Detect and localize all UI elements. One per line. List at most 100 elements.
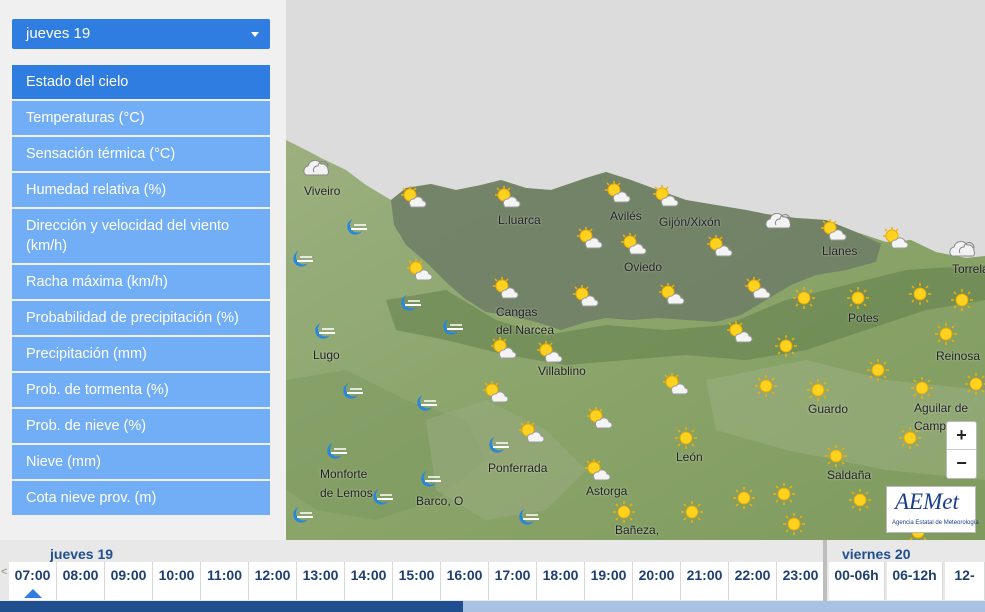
- sun-cloud-icon: [820, 218, 848, 242]
- day-selector[interactable]: jueves 19: [12, 19, 270, 49]
- moon-cloud-icon: [412, 392, 440, 416]
- moon-cloud-icon: [322, 440, 350, 464]
- sun-cloud-icon: [494, 185, 522, 209]
- day-label-2: viernes 20: [842, 546, 911, 562]
- time-slot[interactable]: 20:00: [633, 562, 681, 600]
- cloudy-icon: [946, 236, 975, 260]
- time-slot[interactable]: 17:00: [489, 562, 537, 600]
- day-selector-value: jueves 19: [26, 25, 91, 42]
- sun-icon: [964, 372, 985, 396]
- moon-cloud-icon: [514, 506, 542, 530]
- sun-icon: [824, 444, 852, 468]
- time-slot[interactable]: 09:00: [105, 562, 153, 600]
- moon-cloud-icon: [310, 320, 338, 344]
- place-label: Guardo: [808, 402, 849, 416]
- sun-icon: [792, 286, 820, 310]
- sun-cloud-icon: [882, 226, 910, 250]
- moon-cloud-icon: [288, 248, 316, 272]
- variable-menu: Estado del cielo Temperaturas (°C) Sensa…: [12, 65, 270, 517]
- time-slot[interactable]: 06-12h: [887, 562, 943, 600]
- weather-map[interactable]: Viveiro L.luarca Avilés Gijón/Xixón Llan…: [286, 0, 985, 540]
- sun-icon: [866, 358, 894, 382]
- place-label: Viveiro: [304, 184, 341, 198]
- zoom-out-button[interactable]: −: [947, 450, 976, 477]
- day-label-1: jueves 19: [50, 546, 114, 562]
- prev-arrow-icon[interactable]: <: [1, 566, 7, 578]
- place-label: Cangas: [496, 305, 538, 319]
- time-slot[interactable]: 21:00: [681, 562, 729, 600]
- day-separator: [823, 540, 827, 604]
- menu-item-precipitacion[interactable]: Precipitación (mm): [12, 337, 270, 371]
- menu-item-temperaturas[interactable]: Temperaturas (°C): [12, 101, 270, 135]
- moon-cloud-icon: [416, 468, 444, 492]
- menu-item-humedad[interactable]: Humedad relativa (%): [12, 173, 270, 207]
- time-slot[interactable]: 12:00: [249, 562, 297, 600]
- sun-icon: [848, 488, 876, 512]
- place-label: Ponferrada: [488, 461, 548, 475]
- menu-item-sensacion-termica[interactable]: Sensación térmica (°C): [12, 137, 270, 171]
- place-label: de Lemos: [320, 486, 373, 500]
- place-label: Reinosa: [936, 349, 981, 363]
- sun-cloud-icon: [576, 226, 604, 250]
- time-slot[interactable]: 07:00: [9, 562, 57, 600]
- sun-icon: [612, 500, 640, 524]
- menu-item-nieve[interactable]: Nieve (mm): [12, 445, 270, 479]
- zoom-in-button[interactable]: +: [947, 422, 976, 450]
- time-slot[interactable]: 13:00: [297, 562, 345, 600]
- place-label: Potes: [848, 311, 879, 325]
- place-label: Aguilar de: [914, 401, 969, 415]
- sun-icon: [774, 334, 802, 358]
- place-label: Monforte: [320, 467, 368, 481]
- time-slot[interactable]: 00-06h: [829, 562, 885, 600]
- moon-cloud-icon: [396, 292, 424, 316]
- sun-cloud-icon: [586, 406, 614, 430]
- menu-item-prob-nieve[interactable]: Prob. de nieve (%): [12, 409, 270, 443]
- sun-icon: [782, 512, 810, 536]
- time-slot[interactable]: 23:00: [777, 562, 825, 600]
- menu-item-prob-precipitacion[interactable]: Probabilidad de precipitación (%): [12, 301, 270, 335]
- time-slot[interactable]: 19:00: [585, 562, 633, 600]
- time-slot[interactable]: 14:00: [345, 562, 393, 600]
- time-slot[interactable]: 22:00: [729, 562, 777, 600]
- sun-cloud-icon: [744, 276, 772, 300]
- sun-cloud-icon: [536, 340, 564, 364]
- sun-cloud-icon: [584, 458, 612, 482]
- sun-cloud-icon: [706, 234, 734, 258]
- sun-cloud-icon: [652, 184, 680, 208]
- time-slot[interactable]: 18:00: [537, 562, 585, 600]
- time-slot[interactable]: 11:00: [201, 562, 249, 600]
- time-progress-bar: [0, 601, 985, 612]
- place-label: Astorga: [586, 484, 628, 498]
- sun-icon: [680, 500, 708, 524]
- sun-icon: [898, 426, 926, 450]
- time-slot[interactable]: 12-: [945, 562, 985, 600]
- place-label: Oviedo: [624, 260, 663, 274]
- moon-cloud-icon: [484, 434, 512, 458]
- sun-cloud-icon: [518, 420, 546, 444]
- sun-cloud-icon: [406, 258, 434, 282]
- time-slot[interactable]: 15:00: [393, 562, 441, 600]
- menu-item-cota-nieve[interactable]: Cota nieve prov. (m): [12, 481, 270, 515]
- aemet-logo: AEMet Agencia Estatal de Meteorología: [886, 486, 979, 533]
- menu-item-racha[interactable]: Racha máxima (km/h): [12, 265, 270, 299]
- cloudy-icon: [300, 155, 329, 179]
- zoom-control: + −: [946, 421, 977, 479]
- sun-icon: [846, 286, 874, 310]
- time-slot[interactable]: 10:00: [153, 562, 201, 600]
- sun-icon: [934, 322, 962, 346]
- logo-sub-text: Agencia Estatal de Meteorología: [892, 520, 979, 526]
- place-label: Villablino: [538, 364, 586, 378]
- sun-cloud-icon: [620, 232, 648, 256]
- sun-cloud-icon: [662, 372, 690, 396]
- caret-down-icon: [251, 32, 259, 37]
- menu-item-viento[interactable]: Dirección y velocidad del viento (km/h): [12, 209, 270, 263]
- cloudy-icon: [762, 208, 791, 232]
- time-slot[interactable]: 08:00: [57, 562, 105, 600]
- time-slot[interactable]: 16:00: [441, 562, 489, 600]
- menu-item-prob-tormenta[interactable]: Prob. de tormenta (%): [12, 373, 270, 407]
- place-label: Bañeza,: [615, 523, 660, 537]
- place-label: Lugo: [313, 348, 340, 362]
- sun-cloud-icon: [492, 276, 520, 300]
- menu-item-estado-cielo[interactable]: Estado del cielo: [12, 65, 270, 99]
- place-label: León: [676, 450, 703, 464]
